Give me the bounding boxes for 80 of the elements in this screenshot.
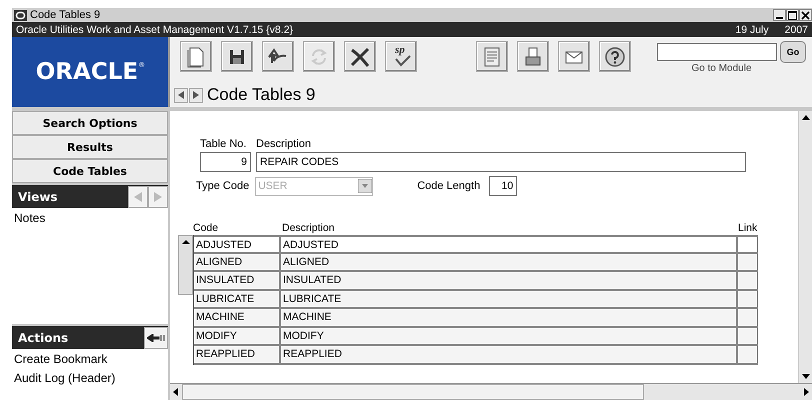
floppy-disk-button[interactable] [221,41,253,72]
table-number-field[interactable]: 9 [200,152,251,172]
collapse-button[interactable] [144,326,168,348]
right-arrow-icon [154,192,162,202]
report-button[interactable] [476,41,508,72]
table-cell: LUBRICATE [281,290,738,307]
actions-title: Actions [17,330,68,344]
help-icon [605,46,625,66]
close-icon [801,10,810,20]
table-cell: MODIFY [194,328,281,344]
row-scrollbar[interactable] [178,235,193,295]
close-button[interactable] [799,9,812,21]
year-text: 2007 [784,24,808,36]
cross-icon [350,47,370,67]
dropdown-arrow-icon [358,179,372,193]
printer-button[interactable] [517,41,549,72]
go-to-module-field[interactable] [657,43,777,61]
previous-button[interactable] [174,88,188,102]
refresh-icon [311,48,327,64]
undo-icon [268,48,286,62]
table-cell: REAPPLIED [194,346,281,362]
arrow-icon [147,334,165,342]
table-cell: ALIGNED [194,254,281,270]
sidebar-button[interactable]: Search Options [12,111,168,135]
right-arrow-icon [193,91,199,99]
table-cell: MACHINE [194,309,281,326]
sidebar-button[interactable]: Code Tables [12,159,168,183]
next-button[interactable] [189,88,203,102]
previous-view-button[interactable] [128,186,148,208]
action-item[interactable]: Create Bookmark [14,352,166,366]
maximize-button[interactable] [786,9,799,21]
printer-icon [526,47,540,65]
description-field[interactable]: REPAIR CODES [256,152,746,172]
app-name: Oracle Utilities Work and Asset Management V1.7.15 {v8.2} [16,24,294,36]
minimize-icon [776,17,783,19]
report-icon [484,47,500,66]
column-header: Link [738,222,758,235]
spell-check-button[interactable]: sp [385,41,417,72]
date-text: 19 July [735,24,769,36]
views-title: Views [17,190,58,204]
table-cell: INSULATED [194,272,281,288]
table-cell: INSULATED [281,272,738,288]
field-label: Type Code [196,180,250,192]
horizontal-scrollbar[interactable] [170,383,812,400]
column-header: Description [282,222,336,235]
logo-text: ORACLE [36,59,138,85]
page-title: Code Tables 9 [207,85,316,105]
table-cell: MODIFY [281,328,738,344]
left-arrow-icon [178,91,184,99]
window-title: Code Tables 9 [30,9,100,21]
spell-check-label: sp [395,45,405,56]
envelope-button[interactable] [558,41,590,72]
undo-button[interactable] [262,41,294,72]
table-cell: ADJUSTED [194,237,281,252]
go-button[interactable]: Go [780,41,806,63]
maximize-icon [788,10,797,20]
table-cell: MACHINE [281,309,738,326]
field-label: Code Length [417,180,480,192]
minimize-button[interactable] [773,9,786,21]
table-cell: REAPPLIED [281,346,738,362]
check-mark-icon [395,55,411,66]
vertical-scrollbar[interactable] [798,111,812,383]
sidebar-button[interactable]: Results [12,135,168,159]
go-to-module-label: Go to Module [691,63,752,74]
table-cell: ALIGNED [281,254,738,270]
next-view-button[interactable] [148,186,168,208]
document-button[interactable] [180,41,212,72]
code-length-field[interactable]: 10 [489,176,518,196]
envelope-icon [566,51,582,63]
document-icon [188,47,204,67]
help-button[interactable] [599,41,631,72]
table-cell: LUBRICATE [194,290,281,307]
table-cell: ADJUSTED [281,237,738,252]
left-arrow-icon [134,192,142,202]
view-item[interactable]: Notes [14,211,166,225]
cross-button[interactable] [344,41,376,72]
field-label: Description [256,138,312,150]
action-item[interactable]: Audit Log (Header) [14,371,166,385]
column-header: Code [193,222,220,235]
field-label: Table No. [200,138,248,150]
